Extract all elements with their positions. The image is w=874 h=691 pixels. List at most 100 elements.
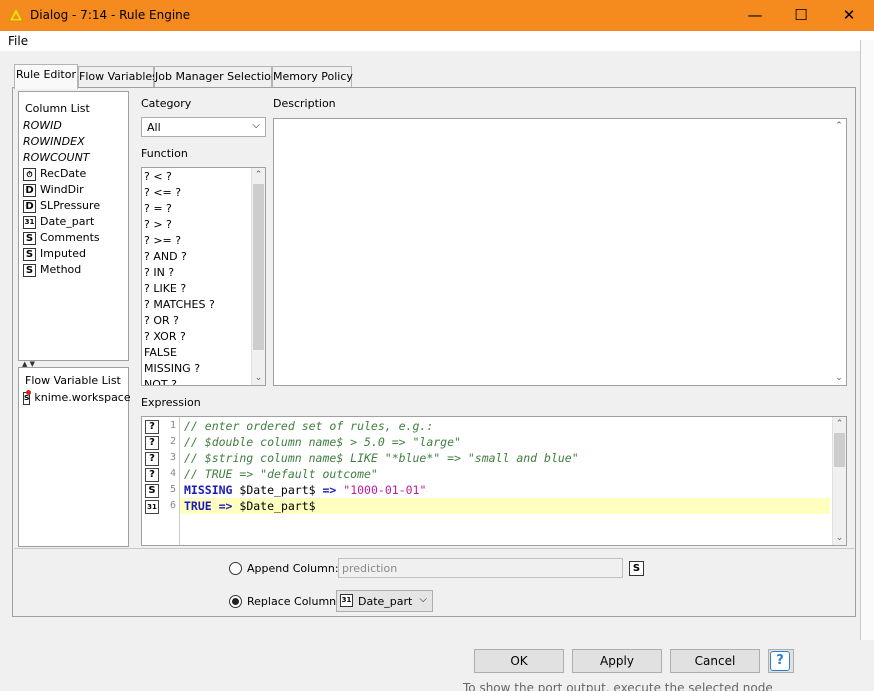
append-column-input[interactable]: prediction bbox=[338, 558, 623, 578]
code-operator: => bbox=[322, 483, 337, 497]
function-item[interactable]: ? > ? bbox=[144, 217, 250, 233]
title-bar[interactable]: Dialog - 7:14 - Rule Engine — ☐ ✕ bbox=[0, 0, 874, 31]
scroll-thumb[interactable] bbox=[834, 433, 845, 467]
line-number: 5 bbox=[169, 484, 176, 495]
function-item[interactable]: ? AND ? bbox=[144, 249, 250, 265]
expression-editor[interactable]: ? 1 // enter ordered set of rules, e.g.:? 2… bbox=[141, 416, 847, 546]
category-dropdown[interactable]: All ⌵ bbox=[141, 117, 266, 137]
ok-button[interactable]: OK bbox=[474, 649, 564, 673]
scroll-up-icon[interactable]: ⌃ bbox=[252, 168, 265, 182]
function-list[interactable]: ? < ?? <= ?? = ?? > ?? >= ?? AND ?? IN ?… bbox=[141, 167, 266, 386]
function-item[interactable]: MISSING ? bbox=[144, 361, 250, 377]
function-item[interactable]: ? XOR ? bbox=[144, 329, 250, 345]
expression-line[interactable]: ? 4 // TRUE => "default outcome" bbox=[142, 466, 832, 482]
code-operator: => bbox=[211, 499, 240, 513]
apply-button[interactable]: Apply bbox=[572, 649, 662, 673]
help-icon: ? bbox=[770, 651, 790, 671]
function-item[interactable]: ? >= ? bbox=[144, 233, 250, 249]
scroll-up-icon[interactable]: ⌃ bbox=[833, 417, 846, 431]
close-button[interactable]: ✕ bbox=[826, 0, 872, 31]
column-item-recdate[interactable]: ⏱ RecDate bbox=[23, 166, 128, 182]
function-item[interactable]: ? < ? bbox=[144, 169, 250, 185]
replace-column-radio[interactable] bbox=[229, 595, 242, 608]
replace-column-dropdown[interactable]: 31 Date_part ⌵ bbox=[336, 590, 433, 612]
append-column-radio[interactable] bbox=[229, 562, 242, 575]
column-item-method[interactable]: S Method bbox=[23, 262, 128, 278]
unknown-type-icon: ? bbox=[145, 420, 159, 434]
line-number: 3 bbox=[169, 452, 176, 463]
menu-file[interactable]: File bbox=[8, 34, 28, 48]
function-item[interactable]: ? LIKE ? bbox=[144, 281, 250, 297]
cancel-button[interactable]: Cancel bbox=[670, 649, 760, 673]
column-item-slpressure[interactable]: D SLPressure bbox=[23, 198, 128, 214]
function-item[interactable]: ? MATCHES ? bbox=[144, 297, 250, 313]
code-comment: // TRUE => "default outcome" bbox=[184, 467, 378, 481]
column-item-imputed[interactable]: S Imputed bbox=[23, 246, 128, 262]
string-type-icon: S bbox=[23, 231, 36, 245]
column-item-label: RecDate bbox=[40, 167, 87, 180]
column-item-rowid[interactable]: ROWID bbox=[23, 118, 128, 134]
expression-line[interactable]: ? 1 // enter ordered set of rules, e.g.: bbox=[142, 418, 832, 434]
scroll-thumb[interactable] bbox=[253, 184, 264, 350]
column-list[interactable]: Column List ROWID ROWINDEX ROWCOUNT ⏱ Rec… bbox=[18, 91, 129, 361]
unknown-type-icon: ? bbox=[145, 468, 159, 482]
tab-rule-editor[interactable]: Rule Editor bbox=[14, 64, 78, 89]
expression-line[interactable]: ? 2 // $double column name$ > 5.0 => "larg… bbox=[142, 434, 832, 450]
function-item[interactable]: ? = ? bbox=[144, 201, 250, 217]
function-item[interactable]: ? <= ? bbox=[144, 185, 250, 201]
column-item-label: Imputed bbox=[40, 247, 86, 260]
expression-scrollbar[interactable]: ⌃ ⌄ bbox=[832, 417, 846, 545]
menu-bar: File bbox=[0, 31, 874, 51]
replace-column-value: Date_part bbox=[358, 595, 413, 608]
datetime-icon: ⏱ bbox=[23, 167, 36, 181]
tab-job-manager-selection[interactable]: Job Manager Selection bbox=[154, 66, 278, 88]
column-item-comments[interactable]: S Comments bbox=[23, 230, 128, 246]
column-item-label: Date_part bbox=[40, 215, 95, 228]
column-item-rowindex[interactable]: ROWINDEX bbox=[23, 134, 128, 150]
double-type-icon: D bbox=[23, 199, 36, 213]
window-title: Dialog - 7:14 - Rule Engine bbox=[30, 8, 191, 22]
background-hint-clip: To show the port output, execute the sel… bbox=[463, 681, 863, 691]
flow-variable-item-knime-workspace[interactable]: s knime.workspace bbox=[23, 389, 131, 406]
function-scrollbar[interactable]: ⌃ ⌄ bbox=[251, 168, 265, 385]
code-text: // TRUE => "default outcome" bbox=[184, 466, 378, 482]
maximize-button[interactable]: ☐ bbox=[778, 0, 824, 31]
minimize-button[interactable]: — bbox=[732, 0, 778, 31]
expression-line[interactable]: S 5 MISSING $Date_part$ => "1000-01-01" bbox=[142, 482, 832, 498]
code-keyword: TRUE bbox=[184, 499, 212, 513]
column-item-label: WindDir bbox=[40, 183, 84, 196]
column-item-label: Method bbox=[40, 263, 82, 276]
code-comment: // $string column name$ LIKE "*blue*" =>… bbox=[184, 451, 579, 465]
description-label: Description bbox=[273, 97, 336, 110]
column-item-label: SLPressure bbox=[40, 199, 101, 212]
expression-line[interactable]: 31 6 TRUE => $Date_part$ bbox=[142, 498, 832, 514]
scroll-up-icon[interactable]: ⌃ bbox=[832, 119, 846, 133]
line-number: 2 bbox=[169, 436, 176, 447]
append-column-placeholder: prediction bbox=[342, 562, 398, 575]
knime-logo-icon bbox=[8, 7, 24, 22]
expression-label: Expression bbox=[141, 396, 201, 409]
calendar-icon: 31 bbox=[340, 594, 353, 607]
scroll-down-icon[interactable]: ⌄ bbox=[832, 371, 846, 385]
flow-variable-list[interactable]: Flow Variable List s knime.workspace bbox=[18, 367, 131, 547]
tab-flow-variables[interactable]: Flow Variables bbox=[78, 66, 158, 88]
function-label: Function bbox=[141, 147, 188, 160]
column-item-label: ROWCOUNT bbox=[23, 151, 90, 164]
description-area[interactable]: ⌃ ⌄ bbox=[273, 118, 847, 386]
function-item[interactable]: FALSE bbox=[144, 345, 250, 361]
tab-memory-policy[interactable]: Memory Policy bbox=[272, 66, 353, 88]
description-scrollbar[interactable]: ⌃ ⌄ bbox=[832, 119, 846, 385]
scroll-down-icon[interactable]: ⌄ bbox=[252, 371, 265, 385]
replace-column-label: Replace Column: bbox=[247, 595, 340, 608]
column-item-date-part[interactable]: 31 Date_part bbox=[23, 214, 128, 230]
expression-line[interactable]: ? 3 // $string column name$ LIKE "*blue*" … bbox=[142, 450, 832, 466]
rule-editor-panel: Column List ROWID ROWINDEX ROWCOUNT ⏱ Rec… bbox=[12, 87, 856, 617]
function-item[interactable]: ? OR ? bbox=[144, 313, 250, 329]
function-item[interactable]: ? IN ? bbox=[144, 265, 250, 281]
help-button[interactable]: ? bbox=[768, 649, 794, 673]
code-comment: // enter ordered set of rules, e.g.: bbox=[184, 419, 434, 433]
function-item[interactable]: NOT ? bbox=[144, 377, 250, 385]
column-item-rowcount[interactable]: ROWCOUNT bbox=[23, 150, 128, 166]
column-item-winddir[interactable]: D WindDir bbox=[23, 182, 128, 198]
scroll-down-icon[interactable]: ⌄ bbox=[833, 531, 846, 545]
